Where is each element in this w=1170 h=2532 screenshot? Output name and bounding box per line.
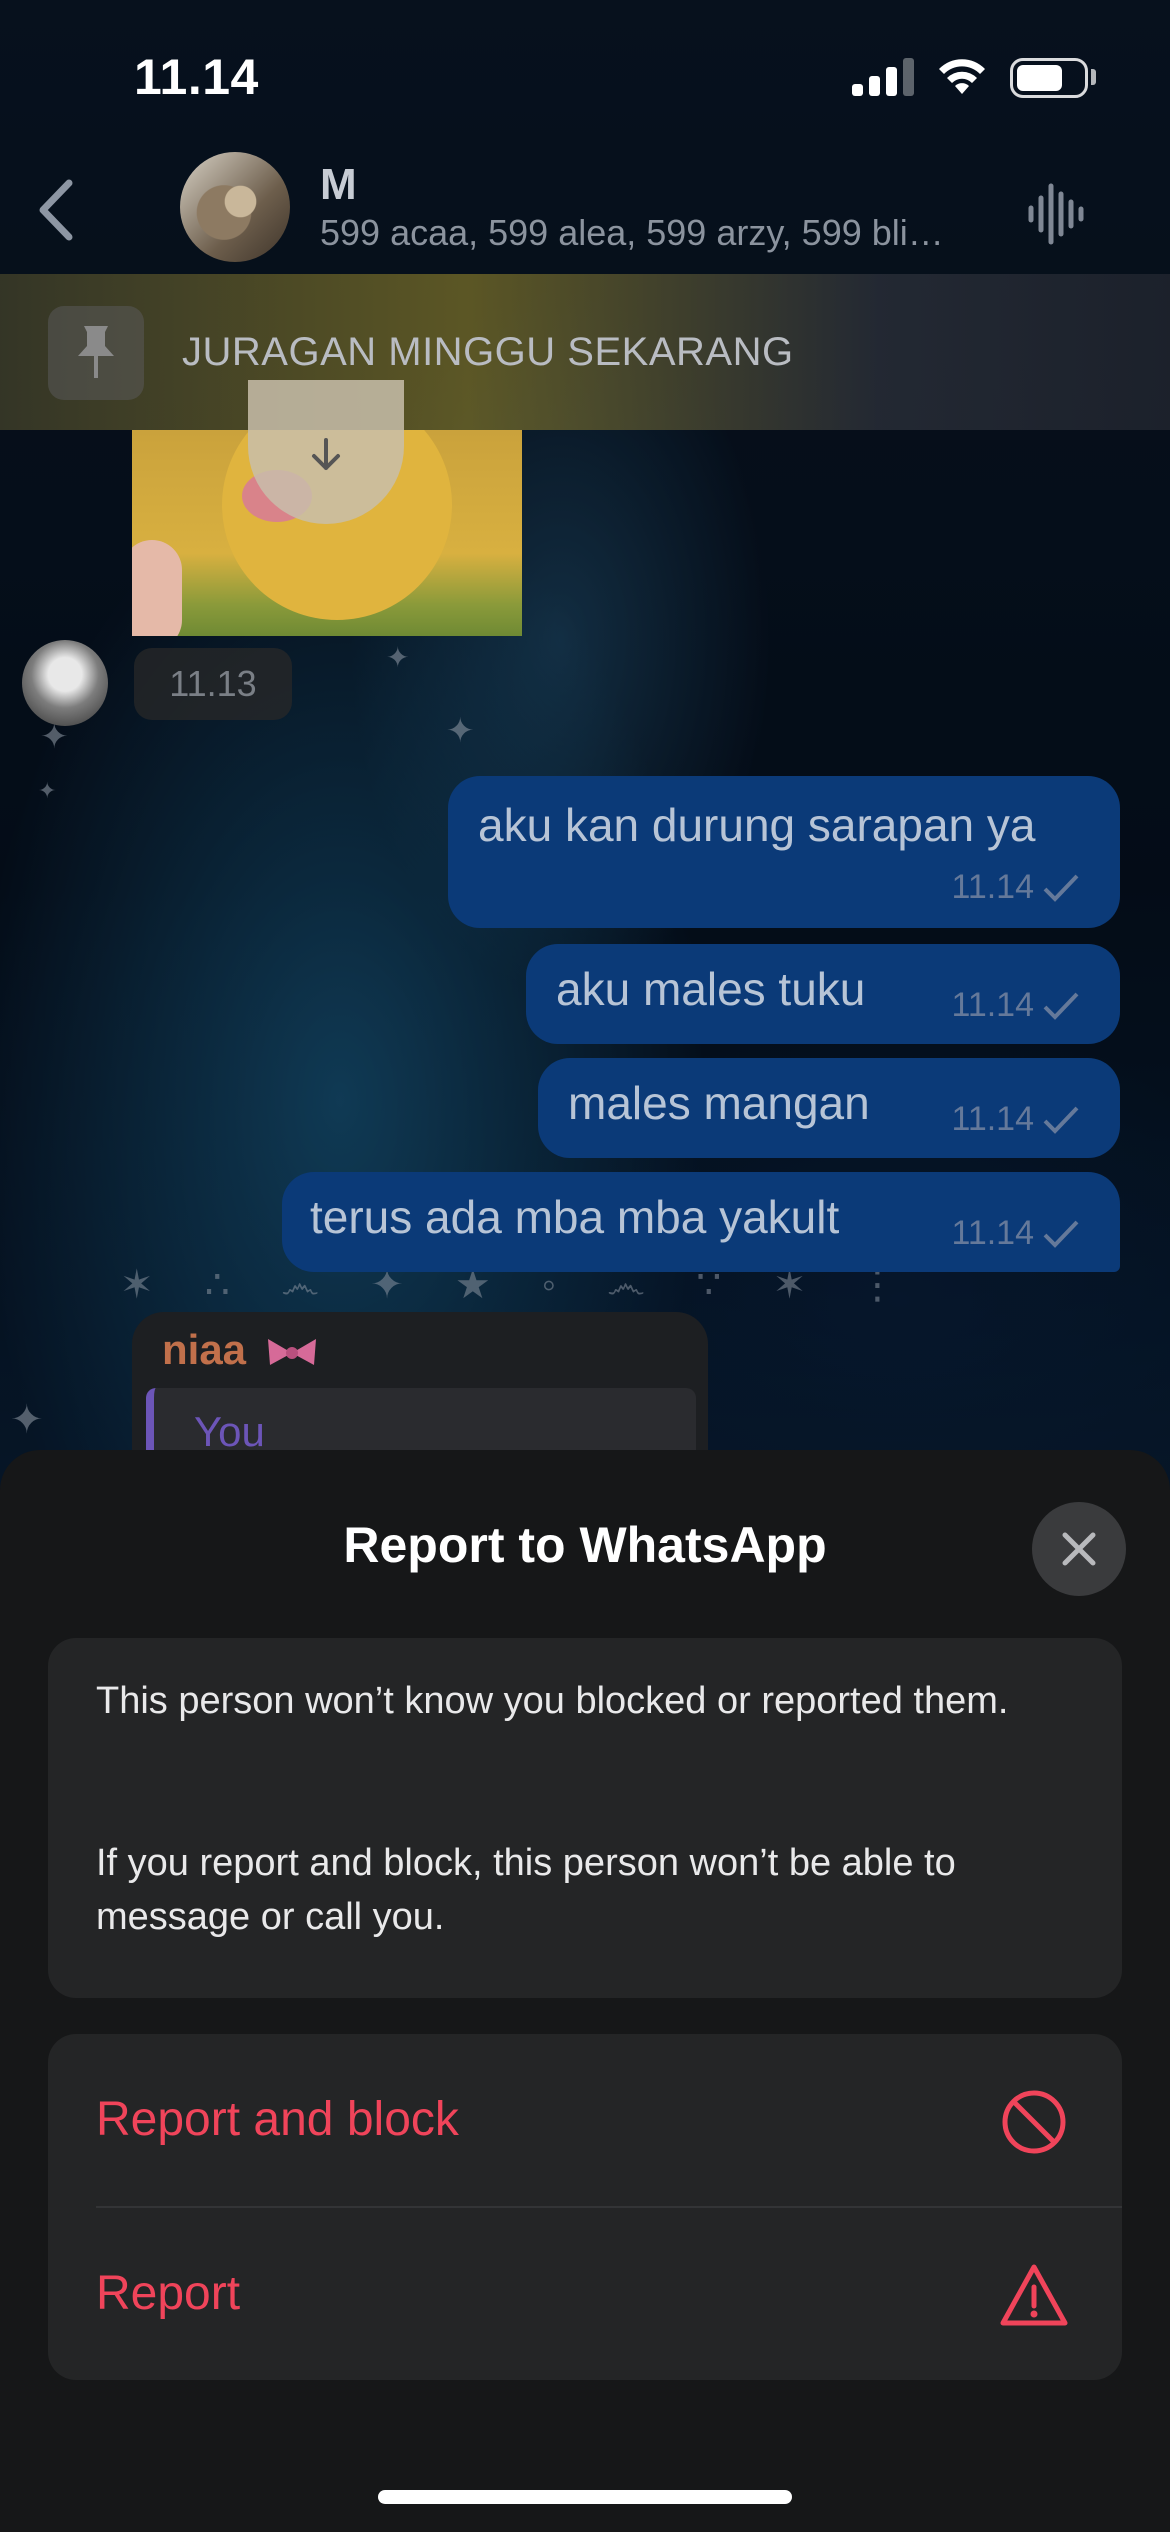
voice-chat-button[interactable] [1020, 178, 1092, 250]
outgoing-message[interactable]: aku kan durung sarapan ya 11.14 [448, 776, 1120, 928]
sender-avatar[interactable] [22, 640, 108, 726]
report-button[interactable]: Report [48, 2208, 1122, 2380]
outgoing-message[interactable]: males mangan 11.14 [538, 1058, 1120, 1158]
message-text: aku kan durung sarapan ya [478, 799, 1036, 851]
ribbon-icon [267, 1338, 316, 1365]
outgoing-message[interactable]: terus ada mba mba yakult 11.14 [282, 1172, 1120, 1272]
message-text: males mangan [568, 1077, 870, 1129]
message-text: aku males tuku [556, 963, 866, 1015]
report-and-block-button[interactable]: Report and block [48, 2034, 1122, 2206]
message-text: terus ada mba mba yakult [310, 1191, 840, 1243]
back-button[interactable] [20, 170, 90, 250]
actions-card: Report and block Report [48, 2034, 1122, 2380]
home-indicator[interactable] [378, 2490, 792, 2504]
report-and-block-label: Report and block [96, 2093, 459, 2146]
sent-check-icon [1043, 1220, 1079, 1248]
cellular-signal-icon [852, 58, 914, 96]
close-icon [1062, 1532, 1096, 1566]
info-card: This person won’t know you blocked or re… [48, 1638, 1122, 1998]
quoted-sender: You [194, 1408, 265, 1455]
info-text-block: If you report and block, this person won… [96, 1842, 956, 1938]
pinned-message-bar[interactable]: JURAGAN MINGGU SEKARANG [0, 274, 1170, 430]
close-button[interactable] [1032, 1502, 1126, 1596]
chat-members[interactable]: 599 acaa, 599 alea, 599 arzy, 599 bli… [320, 212, 1000, 254]
message-time: 11.14 [951, 986, 1034, 1024]
reply-sender: niaa [162, 1326, 320, 1374]
pinned-message-text: JURAGAN MINGGU SEKARANG [182, 330, 794, 374]
wifi-icon [939, 59, 985, 94]
chevron-left-icon [39, 179, 73, 241]
screen: ✦ ✦ ✦ ✦ ✦ ✶ ∴ ෴ ✦ ★ ◦ ෴ ∵ ✶ ⋮ 11.14 M 59… [0, 0, 1170, 2532]
outgoing-message[interactable]: aku males tuku 11.14 [526, 944, 1120, 1044]
warning-icon [1000, 2264, 1068, 2326]
battery-nub [1091, 69, 1096, 85]
pin-icon [48, 306, 144, 400]
chat-header: M 599 acaa, 599 alea, 599 arzy, 599 bli… [0, 130, 1170, 280]
sent-check-icon [1043, 874, 1079, 902]
status-bar: 11.14 [0, 0, 1170, 150]
message-time: 11.14 [951, 868, 1034, 906]
sheet-title: Report to WhatsApp [343, 1517, 827, 1573]
report-sheet: Report to WhatsApp This person won’t kno… [0, 1450, 1170, 2532]
incoming-reply-message[interactable]: niaa You [132, 1312, 708, 1468]
battery-icon [1010, 58, 1088, 98]
block-icon [1002, 2090, 1066, 2154]
arrow-down-icon [312, 438, 340, 470]
message-time: 11.14 [951, 1214, 1034, 1252]
group-avatar[interactable] [180, 152, 290, 262]
sent-check-icon [1043, 1106, 1079, 1134]
voice-chat-icon [1028, 183, 1084, 245]
sent-check-icon [1043, 992, 1079, 1020]
report-label: Report [96, 2267, 241, 2320]
status-time: 11.14 [134, 49, 259, 105]
message-time: 11.13 [134, 648, 292, 720]
message-time: 11.14 [951, 1100, 1034, 1138]
sender-name: niaa [162, 1326, 247, 1373]
info-text-privacy: This person won’t know you blocked or re… [96, 1680, 1009, 1722]
chat-title[interactable]: M [320, 160, 357, 210]
